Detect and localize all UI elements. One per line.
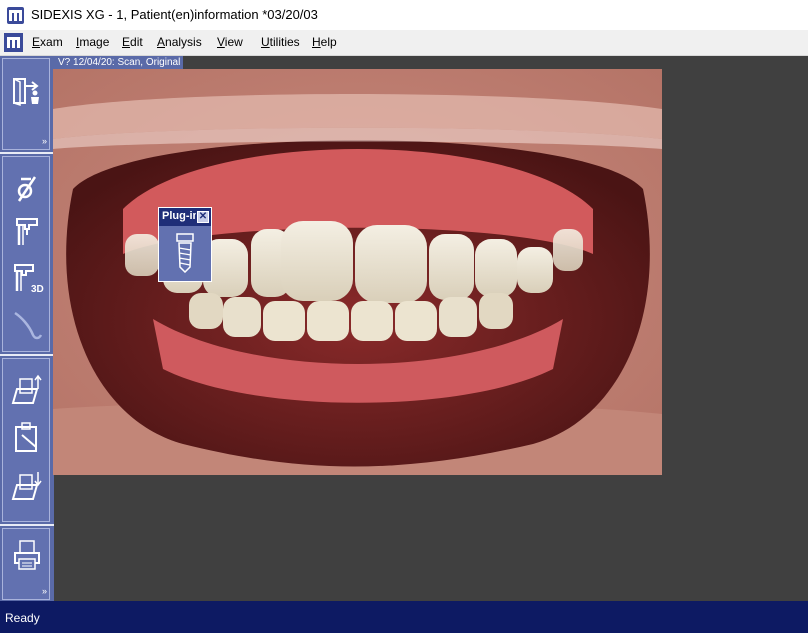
export-image-icon[interactable] xyxy=(11,373,43,405)
sidebar-group-patient: » xyxy=(2,58,50,150)
sidebar-group-acquire: 3D xyxy=(2,156,50,352)
clipboard-icon[interactable] xyxy=(11,421,43,453)
title-bar: SIDEXIS XG - 1, Patient(en)information *… xyxy=(0,0,808,30)
plugin-title: Plug-in xyxy=(162,210,196,222)
intraoral-camera-icon[interactable] xyxy=(11,309,43,341)
import-image-icon[interactable] xyxy=(11,469,43,501)
more-chevron-icon[interactable]: » xyxy=(42,137,47,146)
menu-bar: Exam Image Edit Analysis View Utilities … xyxy=(0,30,808,56)
xray-unit-icon[interactable] xyxy=(11,215,43,247)
menu-image[interactable]: Image xyxy=(76,35,109,49)
no-xray-icon[interactable] xyxy=(11,171,43,203)
menu-help[interactable]: Help xyxy=(312,35,337,49)
implant-icon[interactable] xyxy=(174,233,196,274)
sidebar-separator xyxy=(0,524,54,526)
sidebar-group-images xyxy=(2,358,50,522)
close-icon[interactable]: ✕ xyxy=(197,211,209,223)
more-chevron-icon[interactable]: » xyxy=(42,587,47,596)
status-bar: Ready xyxy=(0,601,808,633)
menu-exam[interactable]: Exam xyxy=(32,35,63,49)
badge-3d: 3D xyxy=(31,284,44,295)
plugin-titlebar[interactable]: Plug-in ✕ xyxy=(159,208,211,226)
sidebar-toolbar: » 3D » xyxy=(0,56,54,601)
app-logo-icon xyxy=(7,7,24,24)
menu-view[interactable]: View xyxy=(217,35,243,49)
sidebar-separator xyxy=(0,354,54,356)
plugin-panel: Plug-in ✕ xyxy=(158,207,212,282)
status-text: Ready xyxy=(5,611,40,625)
dental-photo[interactable] xyxy=(53,69,662,475)
print-icon[interactable] xyxy=(11,539,43,571)
image-header: V? 12/04/20: Scan, Original xyxy=(53,56,184,69)
window-title: SIDEXIS XG - 1, Patient(en)information *… xyxy=(31,7,318,22)
sidebar-group-print: » xyxy=(2,528,50,600)
sidebar-separator xyxy=(0,152,54,154)
menu-edit[interactable]: Edit xyxy=(122,35,143,49)
system-menu-icon[interactable] xyxy=(4,33,23,52)
patient-exit-icon[interactable] xyxy=(11,75,43,107)
menu-utilities[interactable]: Utilities xyxy=(261,35,300,49)
menu-analysis[interactable]: Analysis xyxy=(157,35,202,49)
